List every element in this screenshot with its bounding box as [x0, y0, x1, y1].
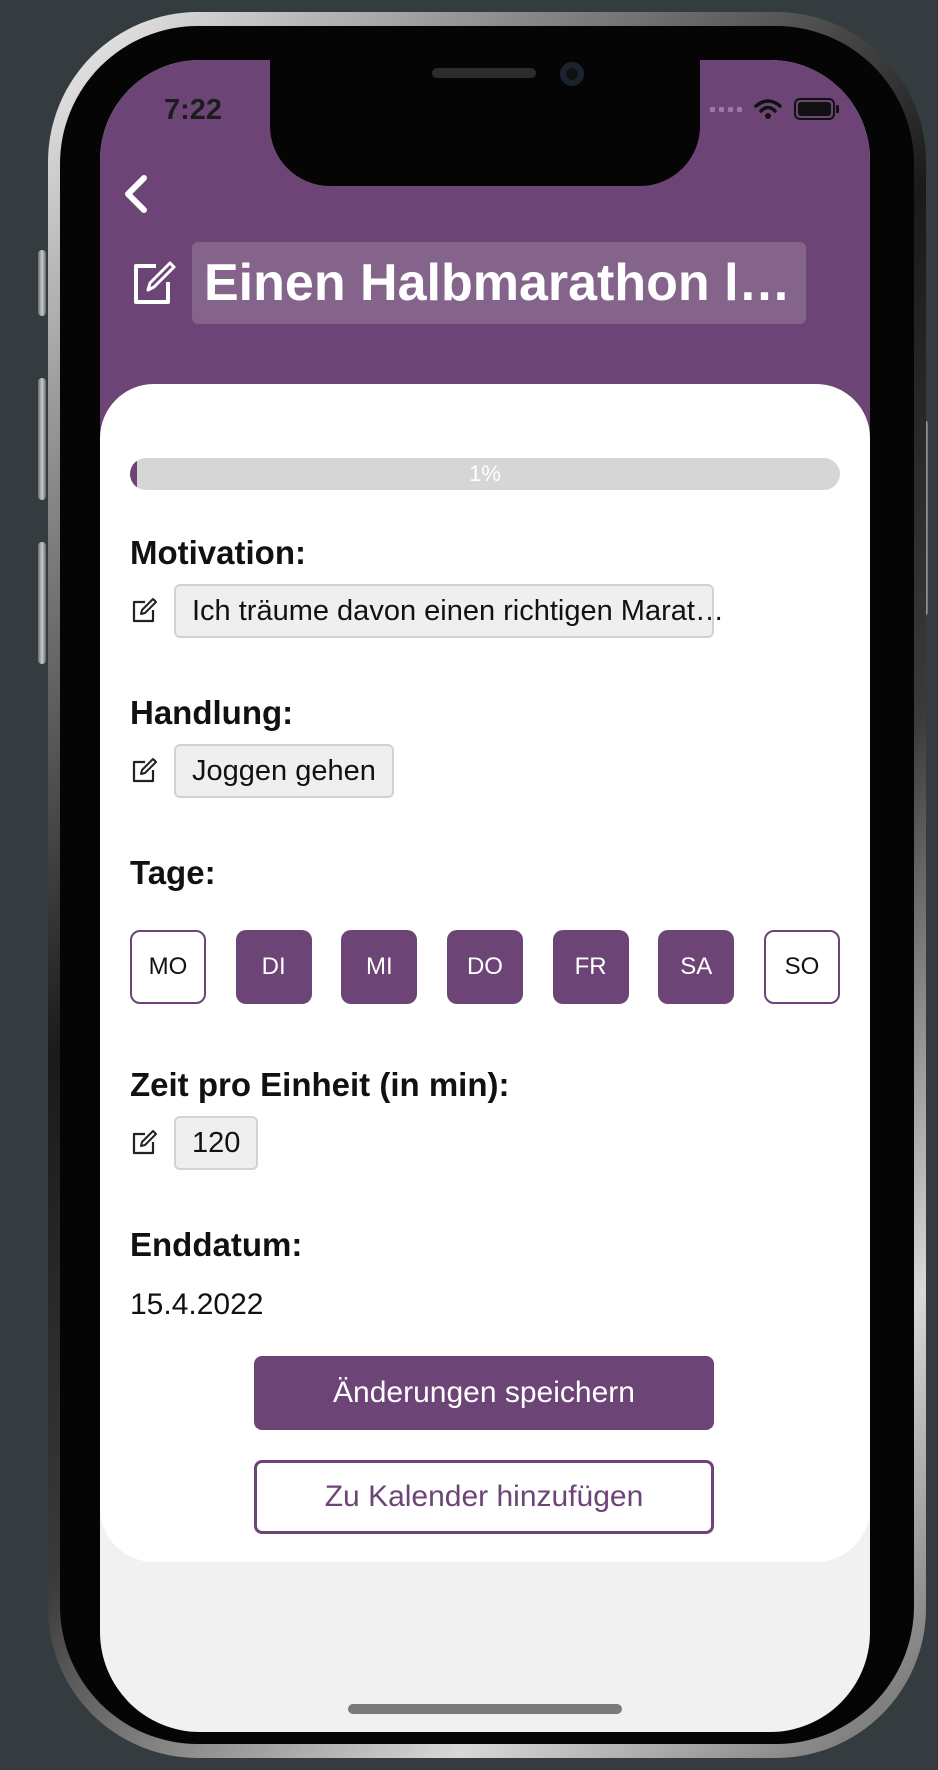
progress-label: 1%: [469, 461, 501, 486]
handlung-label: Handlung:: [130, 694, 294, 731]
weekday-selector: MO DI MI DO FR SA SO: [130, 930, 840, 1004]
progress-bar: 1%: [130, 458, 840, 490]
status-indicators: [710, 98, 840, 120]
back-button[interactable]: [114, 166, 158, 222]
screen: 7:22 Einen Halbmarathon l… 1% Motivation…: [100, 60, 870, 1732]
edit-title-icon[interactable]: [128, 258, 178, 308]
volume-up-button: [38, 378, 46, 500]
wifi-icon: [754, 99, 782, 119]
edit-motivation-icon[interactable]: [130, 597, 158, 625]
day-button-fr[interactable]: FR: [552, 930, 629, 1004]
speaker: [432, 68, 536, 78]
zeit-row: 120: [130, 1116, 259, 1170]
zeit-label: Zeit pro Einheit (in min):: [130, 1066, 510, 1103]
day-button-so[interactable]: SO: [763, 930, 840, 1004]
tage-label: Tage:: [130, 854, 216, 891]
detail-card: 1% Motivation: Ich träume davon einen ri…: [100, 384, 870, 1562]
battery-icon: [794, 98, 839, 120]
status-time: 7:22: [164, 94, 223, 126]
notch: [270, 60, 700, 186]
handlung-field[interactable]: Joggen gehen: [174, 744, 394, 798]
home-indicator: [348, 1704, 622, 1714]
zeit-field[interactable]: 120: [174, 1116, 259, 1170]
add-to-calendar-button[interactable]: Zu Kalender hinzufügen: [254, 1460, 714, 1534]
motivation-field[interactable]: Ich träume davon einen richtigen Marat…: [174, 584, 724, 638]
day-button-do[interactable]: DO: [446, 930, 523, 1004]
motivation-label: Motivation:: [130, 534, 306, 571]
volume-down-button: [38, 542, 46, 664]
day-button-sa[interactable]: SA: [658, 930, 735, 1004]
handlung-row: Joggen gehen: [130, 744, 394, 798]
enddatum-value: 15.4.2022: [130, 1288, 264, 1321]
edit-zeit-icon[interactable]: [130, 1129, 158, 1157]
day-button-di[interactable]: DI: [235, 930, 312, 1004]
title-row: Einen Halbmarathon l…: [128, 242, 806, 324]
day-button-mi[interactable]: MI: [341, 930, 418, 1004]
silent-switch: [38, 250, 46, 316]
goal-title-field[interactable]: Einen Halbmarathon l…: [192, 242, 806, 324]
save-changes-button[interactable]: Änderungen speichern: [254, 1356, 714, 1430]
motivation-row: Ich träume davon einen richtigen Marat…: [130, 584, 724, 638]
front-camera: [560, 62, 584, 86]
day-button-mo[interactable]: MO: [130, 930, 206, 1004]
cellular-signal-icon: [710, 106, 742, 112]
enddatum-label: Enddatum:: [130, 1226, 303, 1263]
edit-handlung-icon[interactable]: [130, 757, 158, 785]
